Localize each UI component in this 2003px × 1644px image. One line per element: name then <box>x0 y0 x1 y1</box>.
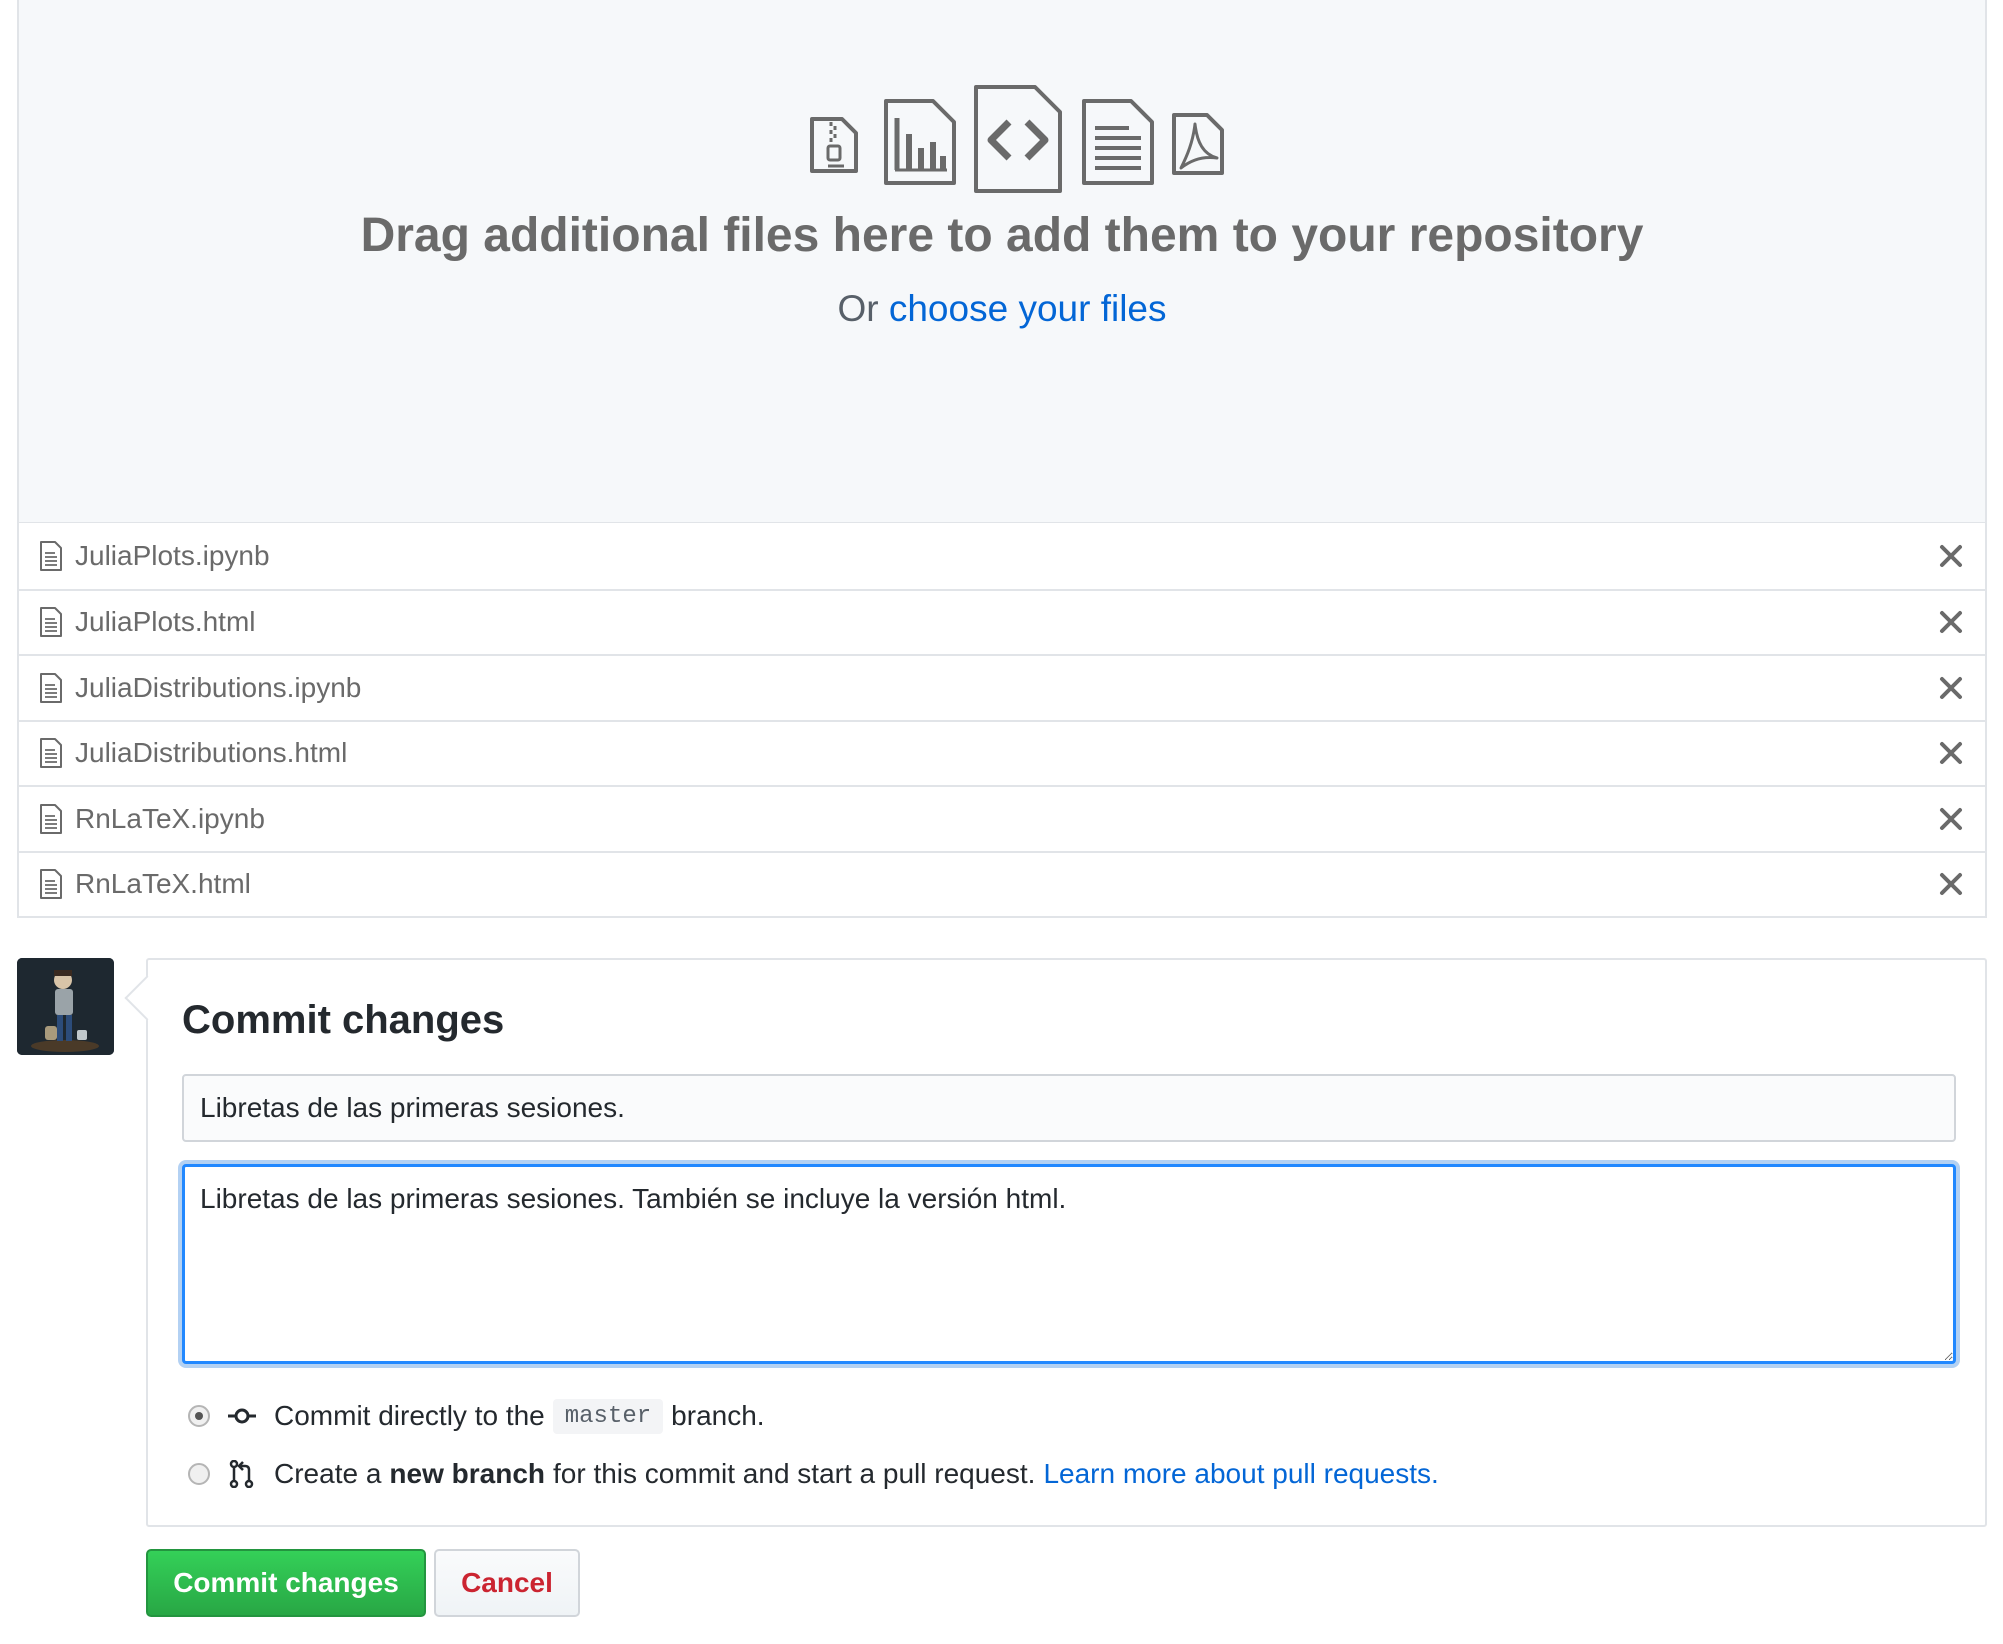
commit-direct-suffix: branch. <box>671 1400 765 1431</box>
commit-form: Commit changes Libretas de las primeras … <box>146 958 1987 1527</box>
learn-more-pull-requests-link[interactable]: Learn more about pull requests. <box>1043 1458 1438 1490</box>
commit-direct-text: Commit directly to the <box>274 1400 545 1431</box>
avatar-image <box>17 958 114 1055</box>
file-pdf-icon <box>1172 113 1224 175</box>
file-text-icon <box>40 607 62 638</box>
file-row: RnLaTeX.html <box>19 850 1985 917</box>
file-name: JuliaDistributions.html <box>75 737 348 769</box>
new-branch-radio[interactable] <box>188 1463 210 1485</box>
file-code-icon <box>974 85 1062 193</box>
git-commit-icon <box>228 1408 256 1424</box>
remove-file-icon[interactable] <box>1937 674 1965 702</box>
file-name: JuliaDistributions.ipynb <box>75 671 362 703</box>
avatar[interactable] <box>17 958 114 1055</box>
commit-description-textarea[interactable]: Libretas de las primeras sesiones. Tambi… <box>182 1164 1956 1364</box>
file-name: RnLaTeX.ipynb <box>75 802 265 834</box>
file-text-icon <box>40 540 62 571</box>
file-text-icon <box>40 672 62 703</box>
commit-changes-button[interactable]: Commit changes <box>146 1549 426 1617</box>
branch-name: master <box>552 1398 664 1434</box>
choose-files-link[interactable]: choose your files <box>889 288 1167 329</box>
file-zip-icon <box>810 117 858 173</box>
file-drop-zone[interactable]: Drag additional files here to add them t… <box>17 0 1987 524</box>
commit-direct-radio[interactable] <box>188 1405 210 1427</box>
remove-file-icon[interactable] <box>1937 805 1965 833</box>
cancel-button[interactable]: Cancel <box>434 1549 580 1617</box>
file-text-icon <box>1082 99 1154 185</box>
commit-direct-option[interactable]: Commit directly to the master branch. <box>188 1396 765 1436</box>
remove-file-icon[interactable] <box>1937 870 1965 898</box>
git-pull-request-icon <box>229 1460 254 1488</box>
file-text-icon <box>40 803 62 834</box>
commit-summary-input[interactable] <box>182 1074 1956 1142</box>
file-row: JuliaDistributions.ipynb <box>19 654 1985 720</box>
file-row: JuliaPlots.html <box>19 588 1985 655</box>
uploaded-files-list: JuliaPlots.ipynb JuliaPlots.html JuliaDist… <box>17 523 1987 918</box>
file-type-icons <box>19 84 1985 196</box>
remove-file-icon[interactable] <box>1937 542 1965 570</box>
file-name: JuliaPlots.ipynb <box>75 539 270 571</box>
or-text: Or <box>837 288 879 329</box>
file-text-icon <box>40 738 62 769</box>
new-branch-text-bold: new branch <box>389 1458 545 1489</box>
file-row: JuliaPlots.ipynb <box>19 523 1985 589</box>
file-text-icon <box>40 869 62 900</box>
commit-title: Commit changes <box>182 998 505 1042</box>
graph-file-icon <box>884 99 956 185</box>
drop-zone-title: Drag additional files here to add them t… <box>360 209 1644 262</box>
remove-file-icon[interactable] <box>1937 608 1965 636</box>
new-branch-text-before: Create a <box>274 1458 382 1489</box>
file-row: JuliaDistributions.html <box>19 719 1985 786</box>
new-branch-option[interactable]: Create a new branch for this commit and … <box>188 1454 1439 1494</box>
remove-file-icon[interactable] <box>1937 739 1965 767</box>
file-name: RnLaTeX.html <box>75 868 251 900</box>
file-row: RnLaTeX.ipynb <box>19 785 1985 851</box>
file-name: JuliaPlots.html <box>75 606 256 638</box>
drop-zone-subtitle: Or choose your files <box>19 288 1985 330</box>
new-branch-text-after: for this commit and start a pull request… <box>553 1458 1036 1489</box>
